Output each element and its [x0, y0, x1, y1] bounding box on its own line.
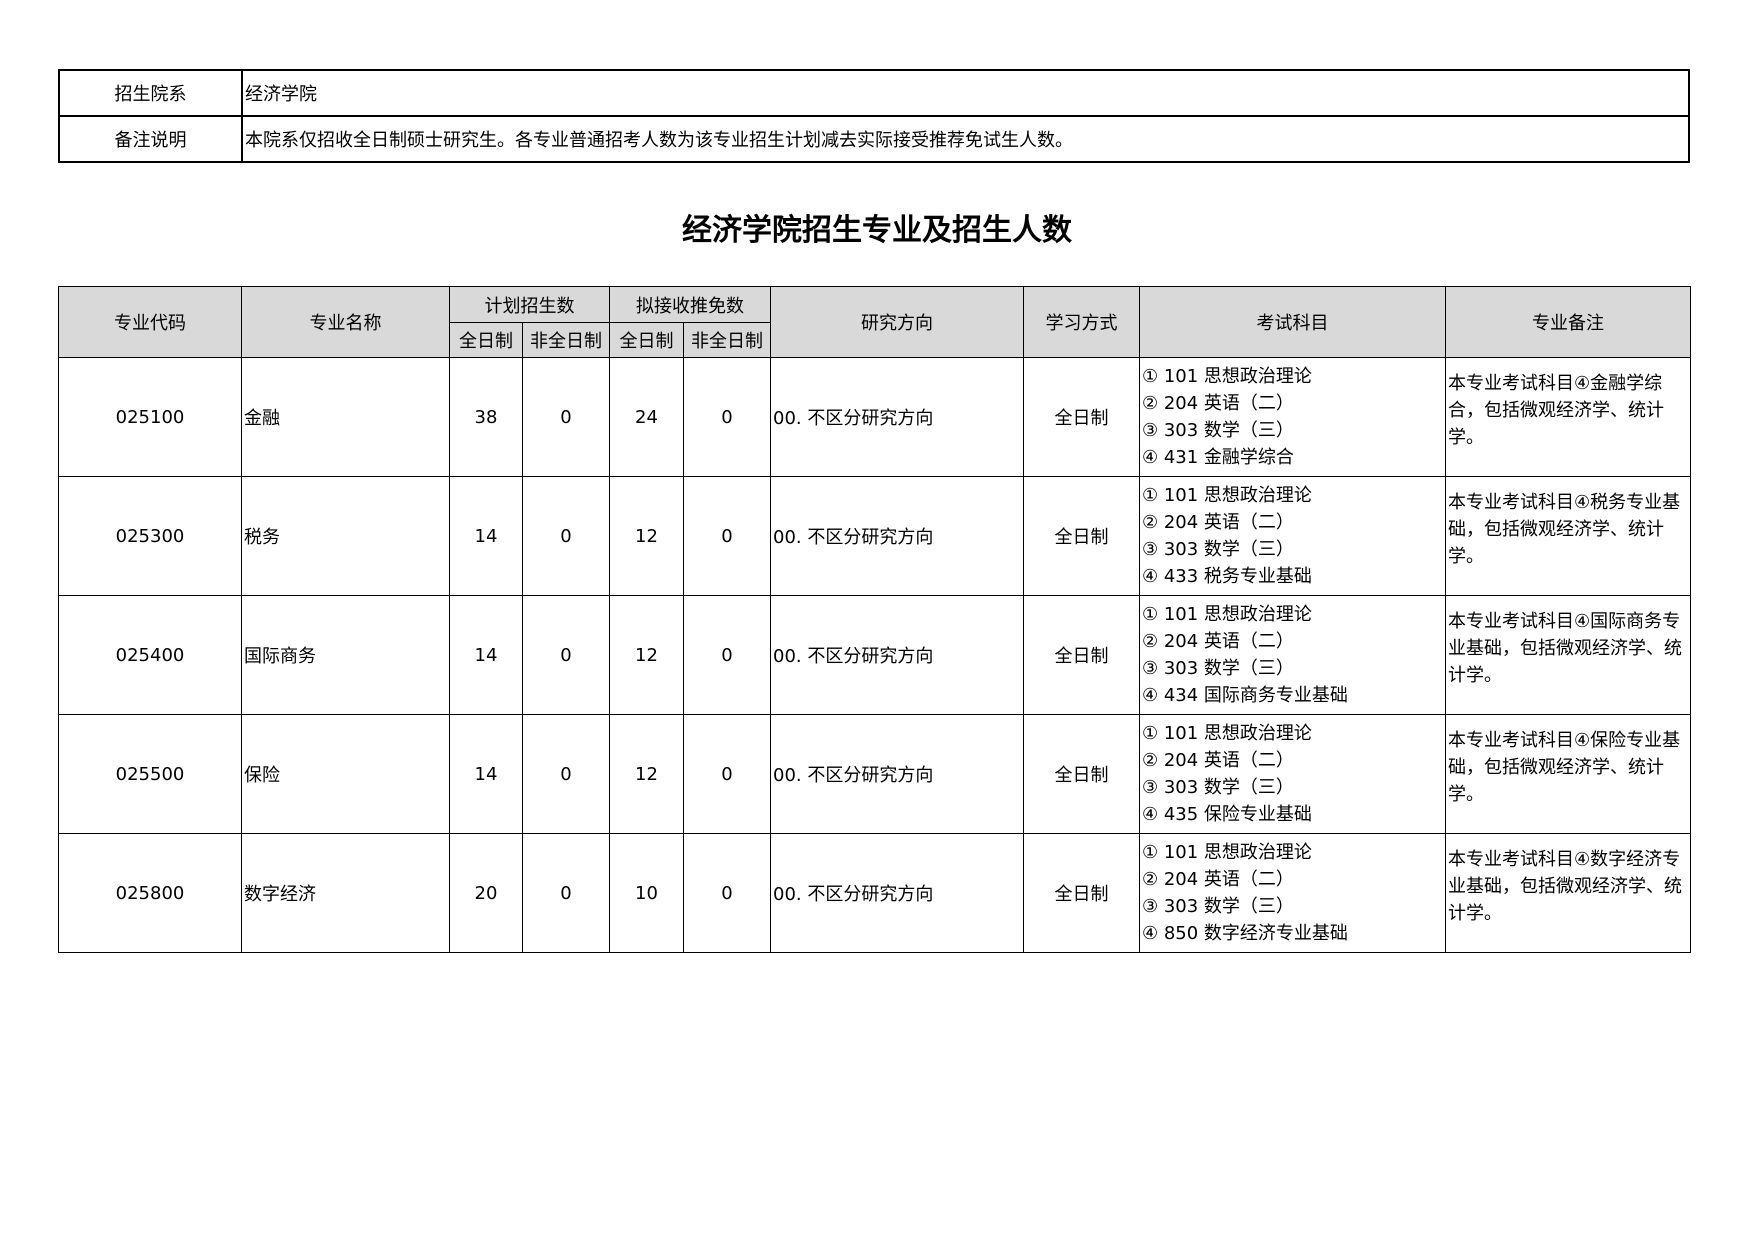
cell-rec-part: 0 — [683, 595, 771, 715]
page-title: 经济学院招生专业及招生人数 — [682, 213, 1072, 248]
cell-code: 025800 — [58, 833, 242, 953]
subject-line: ① 101 思想政治理论 — [1142, 604, 1312, 625]
cell-code: 025400 — [58, 595, 242, 715]
cell-plan-part: 0 — [522, 476, 610, 596]
subject-line: ② 204 英语（二） — [1142, 512, 1294, 533]
header-plan-part-time: 非全日制 — [522, 322, 610, 358]
table-row: 025100 金融 38 0 24 0 00. 不区分研究方向 全日制 ① 10… — [58, 357, 1691, 477]
cell-plan-part: 0 — [522, 357, 610, 477]
subject-line: ③ 303 数学（三） — [1142, 658, 1294, 679]
subject-line: ① 101 思想政治理论 — [1142, 366, 1312, 387]
table-row: 025800 数字经济 20 0 10 0 00. 不区分研究方向 全日制 ① … — [58, 833, 1691, 953]
header-study-mode: 学习方式 — [1023, 286, 1140, 358]
cell-subjects: ① 101 思想政治理论 ② 204 英语（二） ③ 303 数学（三） ④ 4… — [1139, 476, 1446, 596]
cell-rec-part: 0 — [683, 357, 771, 477]
header-rec-full-time: 全日制 — [609, 322, 684, 358]
subject-line: ① 101 思想政治理论 — [1142, 842, 1312, 863]
subject-line: ④ 431 金融学综合 — [1142, 447, 1294, 468]
cell-plan-part: 0 — [522, 595, 610, 715]
cell-direction: 00. 不区分研究方向 — [770, 357, 1024, 477]
header-subjects: 考试科目 — [1139, 286, 1446, 358]
subject-line: ④ 433 税务专业基础 — [1142, 566, 1312, 587]
subject-line: ③ 303 数学（三） — [1142, 896, 1294, 917]
cell-name: 数字经济 — [241, 833, 450, 953]
subject-line: ② 204 英语（二） — [1142, 393, 1294, 414]
header-plan-full-time: 全日制 — [449, 322, 523, 358]
cell-note: 本专业考试科目④数字经济专业基础，包括微观经济学、统计学。 — [1445, 833, 1691, 953]
subject-line: ④ 434 国际商务专业基础 — [1142, 685, 1348, 706]
subject-line: ② 204 英语（二） — [1142, 631, 1294, 652]
info-row-remark: 备注说明 本院系仅招收全日制硕士研究生。各专业普通招考人数为该专业招生计划减去实… — [58, 115, 1690, 163]
cell-code: 025100 — [58, 357, 242, 477]
cell-plan-full: 14 — [449, 714, 523, 834]
cell-direction: 00. 不区分研究方向 — [770, 833, 1024, 953]
enrollment-table: 专业代码 专业名称 计划招生数 拟接收推免数 研究方向 学习方式 考试科目 专业… — [58, 286, 1691, 953]
cell-mode: 全日制 — [1023, 357, 1140, 477]
cell-direction: 00. 不区分研究方向 — [770, 595, 1024, 715]
cell-mode: 全日制 — [1023, 833, 1140, 953]
subject-line: ④ 435 保险专业基础 — [1142, 804, 1312, 825]
subject-line: ① 101 思想政治理论 — [1142, 723, 1312, 744]
header-plan: 计划招生数 — [449, 286, 610, 323]
header-name: 专业名称 — [241, 286, 450, 358]
cell-plan-full: 20 — [449, 833, 523, 953]
header-row-1: 专业代码 专业名称 计划招生数 拟接收推免数 研究方向 学习方式 考试科目 专业… — [58, 286, 1691, 358]
cell-subjects: ① 101 思想政治理论 ② 204 英语（二） ③ 303 数学（三） ④ 4… — [1139, 714, 1446, 834]
dept-value: 经济学院 — [241, 69, 1690, 117]
cell-direction: 00. 不区分研究方向 — [770, 476, 1024, 596]
header-rec-part-time: 非全日制 — [683, 322, 771, 358]
header-remark: 专业备注 — [1445, 286, 1691, 358]
subject-line: ③ 303 数学（三） — [1142, 420, 1294, 441]
subject-line: ③ 303 数学（三） — [1142, 777, 1294, 798]
info-row-dept: 招生院系 经济学院 — [58, 69, 1690, 117]
cell-code: 025300 — [58, 476, 242, 596]
cell-rec-full: 24 — [609, 357, 684, 477]
cell-note: 本专业考试科目④金融学综合，包括微观经济学、统计学。 — [1445, 357, 1691, 477]
cell-mode: 全日制 — [1023, 476, 1140, 596]
header-direction: 研究方向 — [770, 286, 1024, 358]
cell-plan-full: 38 — [449, 357, 523, 477]
cell-rec-part: 0 — [683, 476, 771, 596]
cell-name: 国际商务 — [241, 595, 450, 715]
cell-rec-full: 12 — [609, 476, 684, 596]
header-recommend: 拟接收推免数 — [609, 286, 771, 323]
cell-subjects: ① 101 思想政治理论 ② 204 英语（二） ③ 303 数学（三） ④ 4… — [1139, 595, 1446, 715]
cell-code: 025500 — [58, 714, 242, 834]
cell-plan-full: 14 — [449, 595, 523, 715]
cell-note: 本专业考试科目④国际商务专业基础，包括微观经济学、统计学。 — [1445, 595, 1691, 715]
subject-line: ② 204 英语（二） — [1142, 750, 1294, 771]
cell-name: 保险 — [241, 714, 450, 834]
cell-mode: 全日制 — [1023, 714, 1140, 834]
remark-label: 备注说明 — [58, 115, 243, 163]
info-table: 招生院系 经济学院 备注说明 本院系仅招收全日制硕士研究生。各专业普通招考人数为… — [58, 69, 1690, 163]
subject-line: ④ 850 数字经济专业基础 — [1142, 923, 1348, 944]
cell-mode: 全日制 — [1023, 595, 1140, 715]
cell-direction: 00. 不区分研究方向 — [770, 714, 1024, 834]
cell-name: 金融 — [241, 357, 450, 477]
cell-plan-part: 0 — [522, 714, 610, 834]
cell-rec-part: 0 — [683, 833, 771, 953]
dept-label: 招生院系 — [58, 69, 243, 117]
table-row: 025500 保险 14 0 12 0 00. 不区分研究方向 全日制 ① 10… — [58, 714, 1691, 834]
cell-rec-part: 0 — [683, 714, 771, 834]
subject-line: ② 204 英语（二） — [1142, 869, 1294, 890]
cell-rec-full: 12 — [609, 595, 684, 715]
cell-rec-full: 10 — [609, 833, 684, 953]
cell-plan-full: 14 — [449, 476, 523, 596]
cell-rec-full: 12 — [609, 714, 684, 834]
cell-name: 税务 — [241, 476, 450, 596]
cell-subjects: ① 101 思想政治理论 ② 204 英语（二） ③ 303 数学（三） ④ 8… — [1139, 833, 1446, 953]
cell-note: 本专业考试科目④保险专业基础，包括微观经济学、统计学。 — [1445, 714, 1691, 834]
table-row: 025300 税务 14 0 12 0 00. 不区分研究方向 全日制 ① 10… — [58, 476, 1691, 596]
table-row: 025400 国际商务 14 0 12 0 00. 不区分研究方向 全日制 ① … — [58, 595, 1691, 715]
cell-subjects: ① 101 思想政治理论 ② 204 英语（二） ③ 303 数学（三） ④ 4… — [1139, 357, 1446, 477]
cell-note: 本专业考试科目④税务专业基础，包括微观经济学、统计学。 — [1445, 476, 1691, 596]
header-code: 专业代码 — [58, 286, 242, 358]
remark-value: 本院系仅招收全日制硕士研究生。各专业普通招考人数为该专业招生计划减去实际接受推荐… — [241, 115, 1690, 163]
subject-line: ① 101 思想政治理论 — [1142, 485, 1312, 506]
subject-line: ③ 303 数学（三） — [1142, 539, 1294, 560]
cell-plan-part: 0 — [522, 833, 610, 953]
